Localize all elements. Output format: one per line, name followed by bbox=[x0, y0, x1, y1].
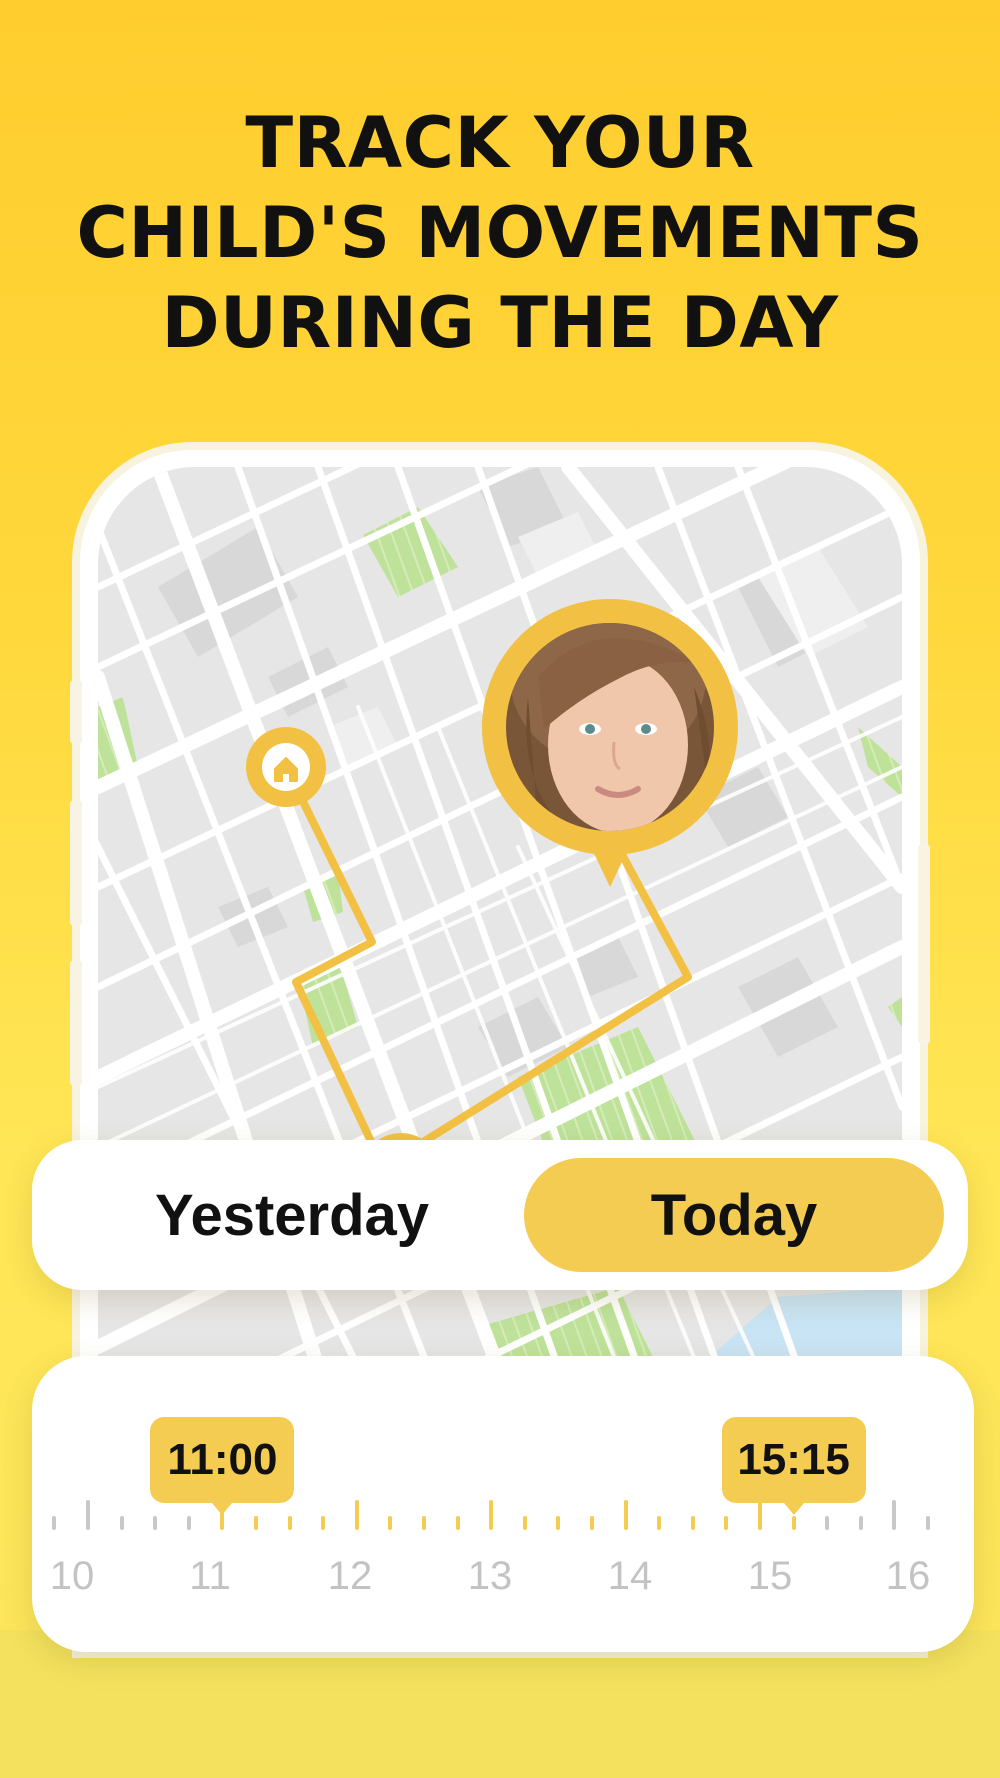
headline: TRACK YOUR CHILD'S MOVEMENTS DURING THE … bbox=[0, 98, 1000, 368]
headline-line-2: CHILD'S MOVEMENTS bbox=[76, 192, 924, 274]
phone-side-button bbox=[70, 680, 82, 744]
start-time-badge[interactable]: 11:00 bbox=[150, 1417, 295, 1515]
timeline-hour-tick bbox=[623, 1500, 628, 1530]
timeline-hour-tick bbox=[220, 1500, 225, 1530]
hour-label-16: 16 bbox=[885, 1554, 931, 1598]
timeline-minor-tick bbox=[590, 1516, 594, 1530]
tab-today[interactable]: Today bbox=[524, 1158, 944, 1272]
headline-line-1: TRACK YOUR bbox=[245, 102, 755, 184]
hour-label-10: 10 bbox=[49, 1554, 95, 1598]
timeline-minor-tick bbox=[455, 1516, 460, 1530]
timeline-minor-tick bbox=[522, 1516, 527, 1530]
hour-label-14: 14 bbox=[607, 1554, 653, 1598]
timeline-minor-tick bbox=[926, 1516, 930, 1530]
day-toggle: Yesterday Today bbox=[32, 1140, 968, 1290]
timeline-minor-tick bbox=[825, 1516, 830, 1530]
hour-label-11: 11 bbox=[189, 1554, 231, 1598]
timeline-minor-tick bbox=[422, 1516, 426, 1530]
hour-label-13: 13 bbox=[467, 1554, 513, 1598]
timeline-hour-tick bbox=[758, 1500, 762, 1530]
tab-yesterday[interactable]: Yesterday bbox=[72, 1140, 512, 1290]
timeline-hour-tick bbox=[892, 1500, 897, 1530]
timeline-minor-tick bbox=[791, 1516, 796, 1530]
timeline-panel: 11:00 15:15 10 11 12 13 14 15 16 bbox=[32, 1356, 974, 1652]
timeline-minor-tick bbox=[119, 1516, 124, 1530]
timeline-minor-tick bbox=[858, 1516, 863, 1530]
timeline-minor-tick bbox=[254, 1516, 258, 1530]
end-time-badge[interactable]: 15:15 bbox=[721, 1417, 866, 1515]
timeline-minor-tick bbox=[52, 1516, 57, 1530]
timeline-hour-tick bbox=[354, 1500, 359, 1530]
timeline-minor-tick bbox=[186, 1516, 191, 1530]
headline-line-3: DURING THE DAY bbox=[161, 282, 839, 364]
timeline-hour-tick bbox=[86, 1500, 90, 1530]
timeline-minor-tick bbox=[153, 1516, 158, 1530]
phone-volume-up-button bbox=[70, 800, 82, 926]
timeline-minor-tick bbox=[690, 1516, 695, 1530]
timeline-minor-tick bbox=[287, 1516, 292, 1530]
bottom-band bbox=[0, 1630, 1000, 1778]
timeline-minor-tick bbox=[657, 1516, 662, 1530]
timeline-minor-tick bbox=[388, 1516, 393, 1530]
timeline-minor-tick bbox=[556, 1516, 561, 1530]
timeline-hour-tick bbox=[489, 1500, 494, 1530]
home-pin-icon[interactable] bbox=[246, 727, 326, 807]
timeline-minor-tick bbox=[724, 1516, 729, 1530]
phone-power-button bbox=[918, 844, 930, 1044]
hour-label-15: 15 bbox=[747, 1554, 793, 1598]
phone-volume-down-button bbox=[70, 960, 82, 1086]
timeline-minor-tick bbox=[321, 1516, 326, 1530]
hour-label-12: 12 bbox=[327, 1554, 373, 1598]
